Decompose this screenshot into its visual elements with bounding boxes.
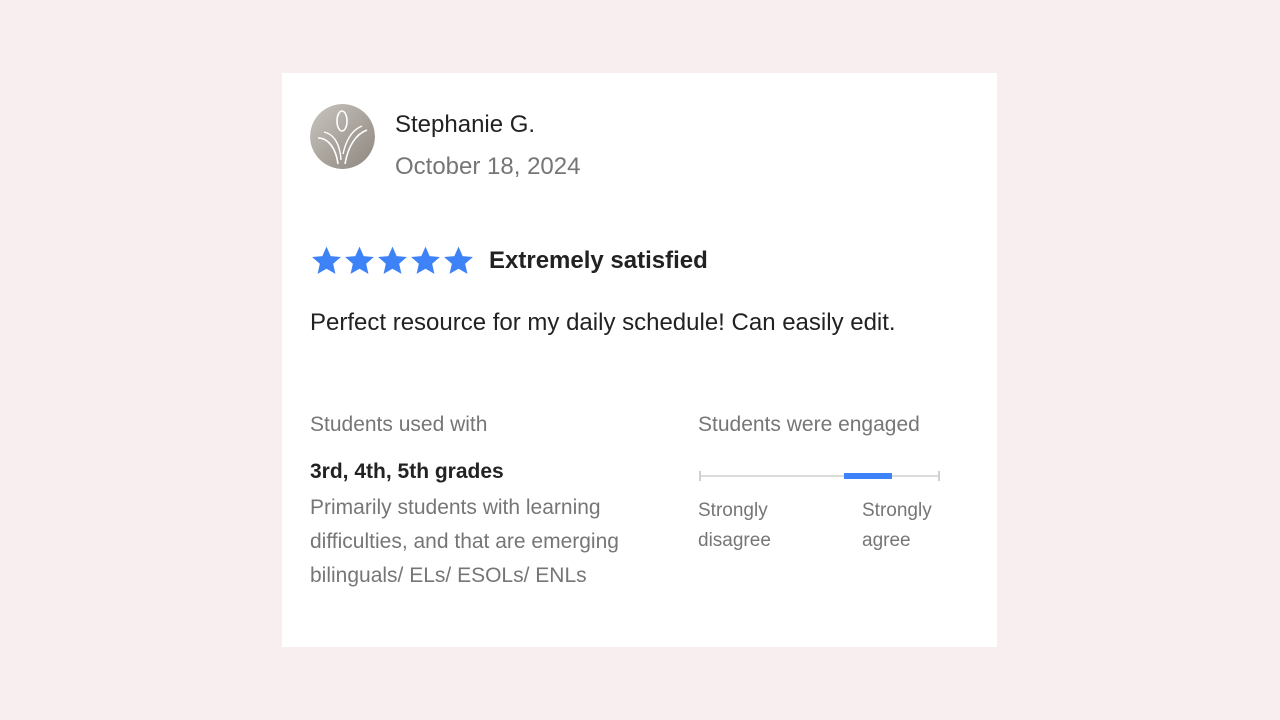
reviewer-avatar bbox=[310, 104, 375, 169]
students-description: Primarily students with learning difficu… bbox=[310, 496, 619, 587]
avatar-logo-icon bbox=[310, 104, 375, 169]
scale-max-label: Strongly agree bbox=[862, 500, 932, 551]
students-used-with-heading: Students used with bbox=[310, 413, 488, 436]
scale-tick-start bbox=[699, 471, 701, 481]
rating-row: Extremely satisfied bbox=[310, 244, 708, 278]
scale-tick-end bbox=[938, 471, 940, 481]
star-icon bbox=[411, 246, 440, 274]
star-icon bbox=[444, 246, 473, 274]
rating-label: Extremely satisfied bbox=[489, 247, 708, 274]
engagement-level-indicator bbox=[843, 473, 892, 479]
engagement-scale bbox=[699, 471, 940, 481]
star-rating bbox=[310, 245, 475, 277]
engagement-heading: Students were engaged bbox=[698, 413, 920, 436]
scale-min-label: Strongly disagree bbox=[698, 500, 771, 551]
star-icon bbox=[345, 246, 374, 274]
review-date: October 18, 2024 bbox=[395, 153, 581, 180]
star-icon bbox=[378, 246, 407, 274]
review-text: Perfect resource for my daily schedule! … bbox=[310, 309, 896, 336]
review-card: Stephanie G. October 18, 2024 Extremely … bbox=[282, 73, 997, 647]
reviewer-name: Stephanie G. bbox=[395, 111, 536, 138]
scale-line bbox=[699, 475, 940, 477]
grade-levels: 3rd, 4th, 5th grades bbox=[310, 460, 504, 483]
star-icon bbox=[312, 246, 341, 274]
